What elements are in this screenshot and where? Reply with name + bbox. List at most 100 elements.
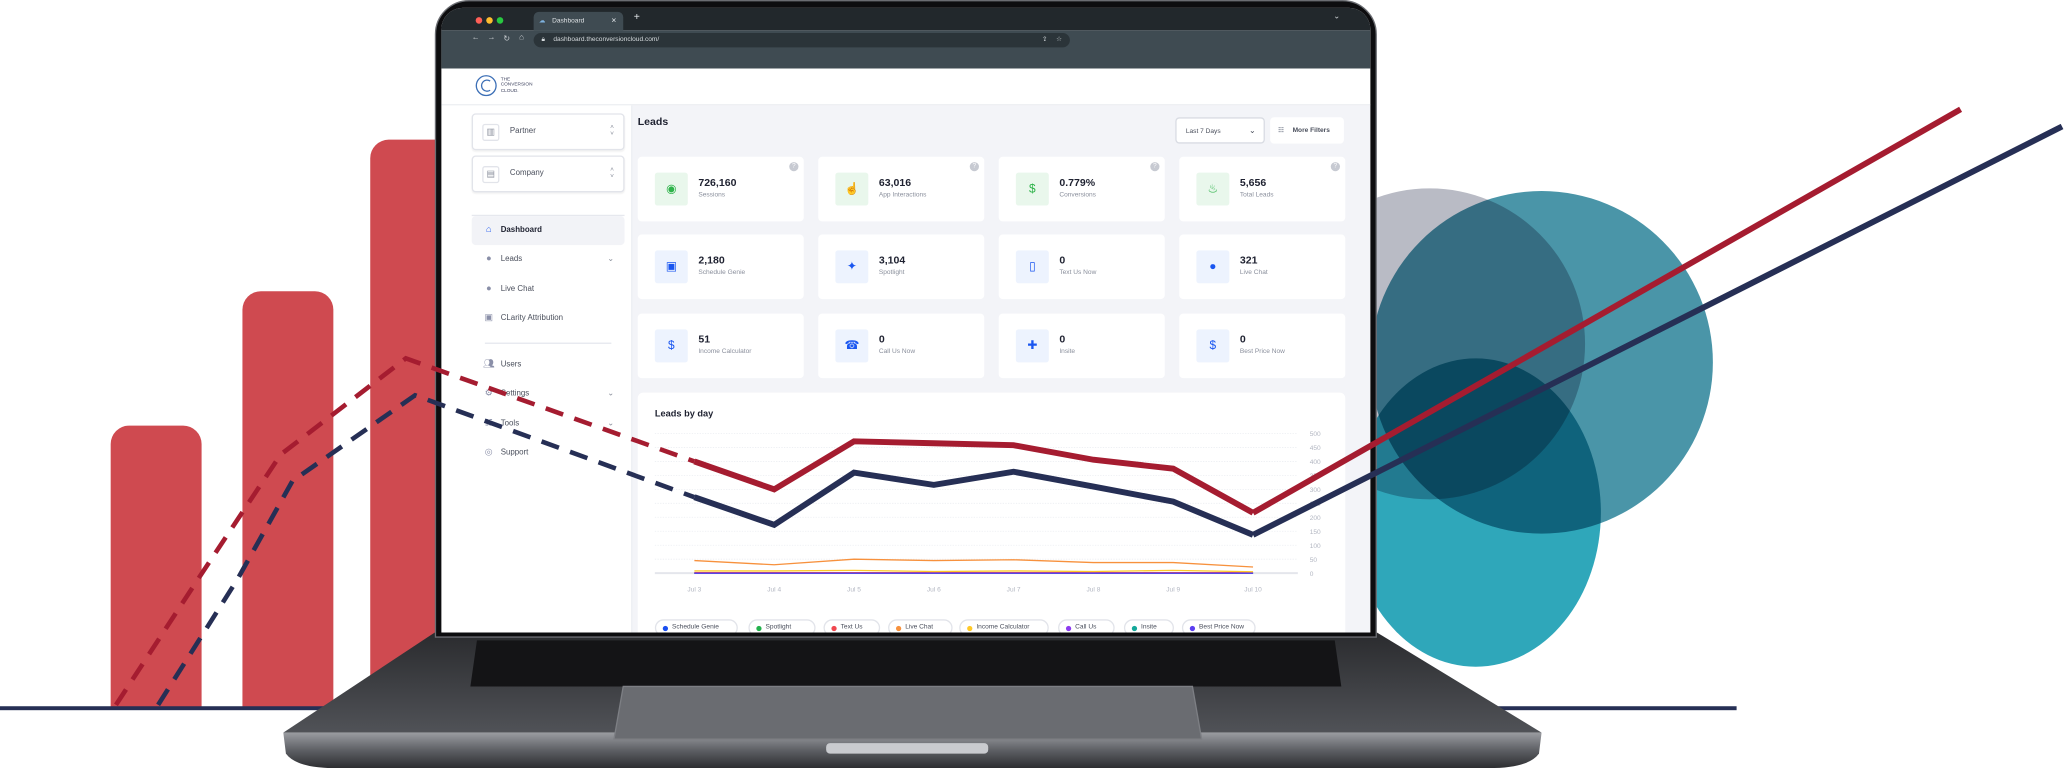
browser-tab[interactable]: ☁ Dashboard ✕: [533, 11, 624, 31]
select-company[interactable]: ▤ Company ˄ ˅: [471, 155, 625, 193]
sidebar-item-settings[interactable]: ⚙ Settings ⌄: [472, 379, 625, 408]
sort-arrows-icon: ˄ ˅: [610, 123, 615, 139]
tab-strip: ☁ Dashboard ✕ + ⌄: [441, 7, 1371, 31]
eye-icon: ◉: [654, 172, 688, 206]
sidebar-item-support[interactable]: ◎ Support: [472, 439, 625, 468]
legend-dot: [662, 625, 669, 632]
calculator-icon: $: [654, 329, 688, 363]
legend-item[interactable]: Spotlight: [748, 619, 816, 633]
minimize-window-button[interactable]: [486, 17, 493, 24]
leads-by-day-chart: Leads by day Schedule Genie Spotlight Text…: [637, 392, 1346, 633]
stat-card-spotlight[interactable]: ✦ 3,104 Spotlight: [818, 234, 985, 300]
address-bar[interactable]: 🔒︎ dashboard.theconversioncloud.com/ ⇪ ☆: [533, 32, 1070, 48]
flame-icon: ♨: [1196, 172, 1230, 206]
help-icon[interactable]: ?: [1150, 162, 1160, 172]
cloud-icon: ☁: [538, 17, 546, 26]
users-icon: 👥︎: [482, 359, 495, 369]
tab-list-chevron-icon[interactable]: ⌄: [1333, 12, 1340, 21]
building-icon: ▥: [482, 123, 500, 141]
stat-card-text-us-now[interactable]: ▯ 0 Text Us Now: [998, 234, 1165, 300]
calendar-icon: ▣: [654, 250, 688, 284]
legend-item[interactable]: Live Chat: [888, 619, 953, 633]
legend-item[interactable]: Text Us: [823, 619, 881, 633]
sidebar-item-live-chat[interactable]: ● Live Chat: [472, 275, 625, 304]
close-tab-icon[interactable]: ✕: [611, 12, 617, 30]
share-icon[interactable]: ⇪: [1042, 33, 1048, 47]
legend-dot: [1131, 625, 1138, 632]
stat-card-total-leads[interactable]: ♨ 5,656 Total Leads?: [1179, 156, 1346, 222]
spotlight-icon: ✦: [835, 250, 869, 284]
office-icon: ▤: [482, 166, 500, 184]
maximize-window-button[interactable]: [496, 17, 504, 24]
sidebar-item-clarity-attribution[interactable]: ▣ CLarity Attribution: [472, 304, 625, 333]
legend-item[interactable]: Insite: [1123, 619, 1174, 633]
page-title: Leads: [637, 115, 669, 128]
dollar-circle-icon: $: [1196, 329, 1230, 363]
new-tab-button[interactable]: +: [634, 11, 640, 23]
browser-window: ☁ Dashboard ✕ + ⌄ ← → ↻ ⌂ 🔒︎ dashboard.t…: [441, 7, 1371, 633]
chat-icon: ●: [486, 284, 492, 294]
dollar-icon: $: [1015, 172, 1049, 206]
help-icon[interactable]: ?: [969, 162, 979, 172]
more-filters-button[interactable]: ☷ More Filters: [1270, 117, 1344, 144]
forward-icon[interactable]: →: [488, 34, 496, 42]
legend-dot: [756, 625, 762, 632]
legend-dot: [895, 625, 902, 632]
stat-card-live-chat[interactable]: ● 321 Live Chat: [1179, 234, 1346, 300]
legend-dot: [831, 625, 837, 632]
main-content: Leads Last 7 Days ⌄ ☷ More Filters ◉ 726,…: [632, 105, 1371, 633]
stat-card-app-interactions[interactable]: ☝ 63,016 App Interactions?: [818, 156, 985, 222]
report-icon: ▣: [484, 313, 494, 323]
sidebar-item-tools[interactable]: ☷ Tools ⌄: [472, 410, 625, 439]
legend-dot: [1189, 625, 1196, 632]
reload-icon[interactable]: ↻: [503, 34, 510, 44]
legend-item[interactable]: Call Us: [1058, 619, 1115, 633]
help-icon[interactable]: ?: [789, 162, 799, 172]
home-icon: ⌂: [486, 225, 492, 235]
user-add-icon: ✚: [1015, 329, 1049, 363]
sidebar-divider: [484, 342, 612, 344]
legend-item[interactable]: Schedule Genie: [654, 619, 738, 633]
user-icon: ●: [486, 254, 492, 264]
stat-card-schedule-genie[interactable]: ▣ 2,180 Schedule Genie: [637, 234, 804, 300]
legend-item[interactable]: Best Price Now: [1181, 619, 1256, 633]
stat-card-sessions[interactable]: ◉ 726,160 Sessions?: [637, 156, 804, 222]
app-header: THE CONVERSION CLOUD.: [441, 68, 1371, 106]
browser-toolbar: ← → ↻ ⌂ 🔒︎ dashboard.theconversioncloud.…: [441, 30, 1371, 69]
stat-card-insite[interactable]: ✚ 0 Insite: [998, 313, 1165, 379]
back-icon[interactable]: ←: [472, 34, 480, 42]
close-window-button[interactable]: [475, 17, 483, 24]
phone-ring-icon: ☎: [835, 329, 869, 363]
lock-icon: 🔒︎: [541, 35, 546, 44]
logo-c-icon: [475, 75, 497, 97]
home-icon[interactable]: ⌂: [519, 34, 524, 42]
sidebar-item-users[interactable]: 👥︎ Users: [472, 350, 625, 379]
chevron-down-icon: ⌄: [607, 420, 615, 429]
sort-arrows-icon: ˄ ˅: [610, 166, 615, 181]
legend-dot: [1065, 625, 1072, 632]
legend-dot: [967, 625, 973, 632]
chart-title: Leads by day: [654, 409, 714, 419]
bookmark-star-icon[interactable]: ☆: [1056, 33, 1062, 47]
lifebuoy-icon: ◎: [484, 447, 493, 458]
chevron-down-icon: ⌄: [607, 255, 615, 264]
stat-card-best-price-now[interactable]: $0 Best Price Now: [1179, 313, 1346, 379]
chevron-down-icon: ⌄: [1249, 127, 1256, 136]
stat-card-call-us-now[interactable]: ☎ 0 Call Us Now: [818, 313, 985, 379]
legend-item[interactable]: Income Calculator: [959, 619, 1049, 633]
filter-sliders-icon: ☷: [1278, 126, 1284, 135]
sidebar: ▥ Partner ˄ ˅ ▤ Company ˄ ˅ ⌂ Dashboard ● Leads ⌄ ● Li…: [441, 105, 633, 633]
date-range-select[interactable]: Last 7 Days ⌄: [1175, 117, 1265, 144]
gear-icon: ⚙: [484, 388, 493, 398]
logo[interactable]: THE CONVERSION CLOUD.: [474, 74, 553, 98]
select-partner[interactable]: ▥ Partner ˄ ˅: [471, 113, 625, 151]
chat-bubble-icon: ●: [1196, 250, 1230, 284]
sliders-icon: ☷: [484, 418, 493, 429]
hero-illustration: ☁ Dashboard ✕ + ⌄ ← → ↻ ⌂ 🔒︎ dashboard.t…: [0, 0, 2066, 768]
sidebar-item-dashboard[interactable]: ⌂ Dashboard: [471, 216, 625, 246]
stat-card-income-calculator[interactable]: $51 Income Calculator: [637, 313, 804, 379]
stat-card-conversions[interactable]: $0.779% Conversions?: [998, 156, 1165, 222]
phone-message-icon: ▯: [1015, 250, 1049, 284]
help-icon[interactable]: ?: [1330, 162, 1340, 172]
sidebar-item-leads[interactable]: ● Leads ⌄: [472, 245, 625, 274]
